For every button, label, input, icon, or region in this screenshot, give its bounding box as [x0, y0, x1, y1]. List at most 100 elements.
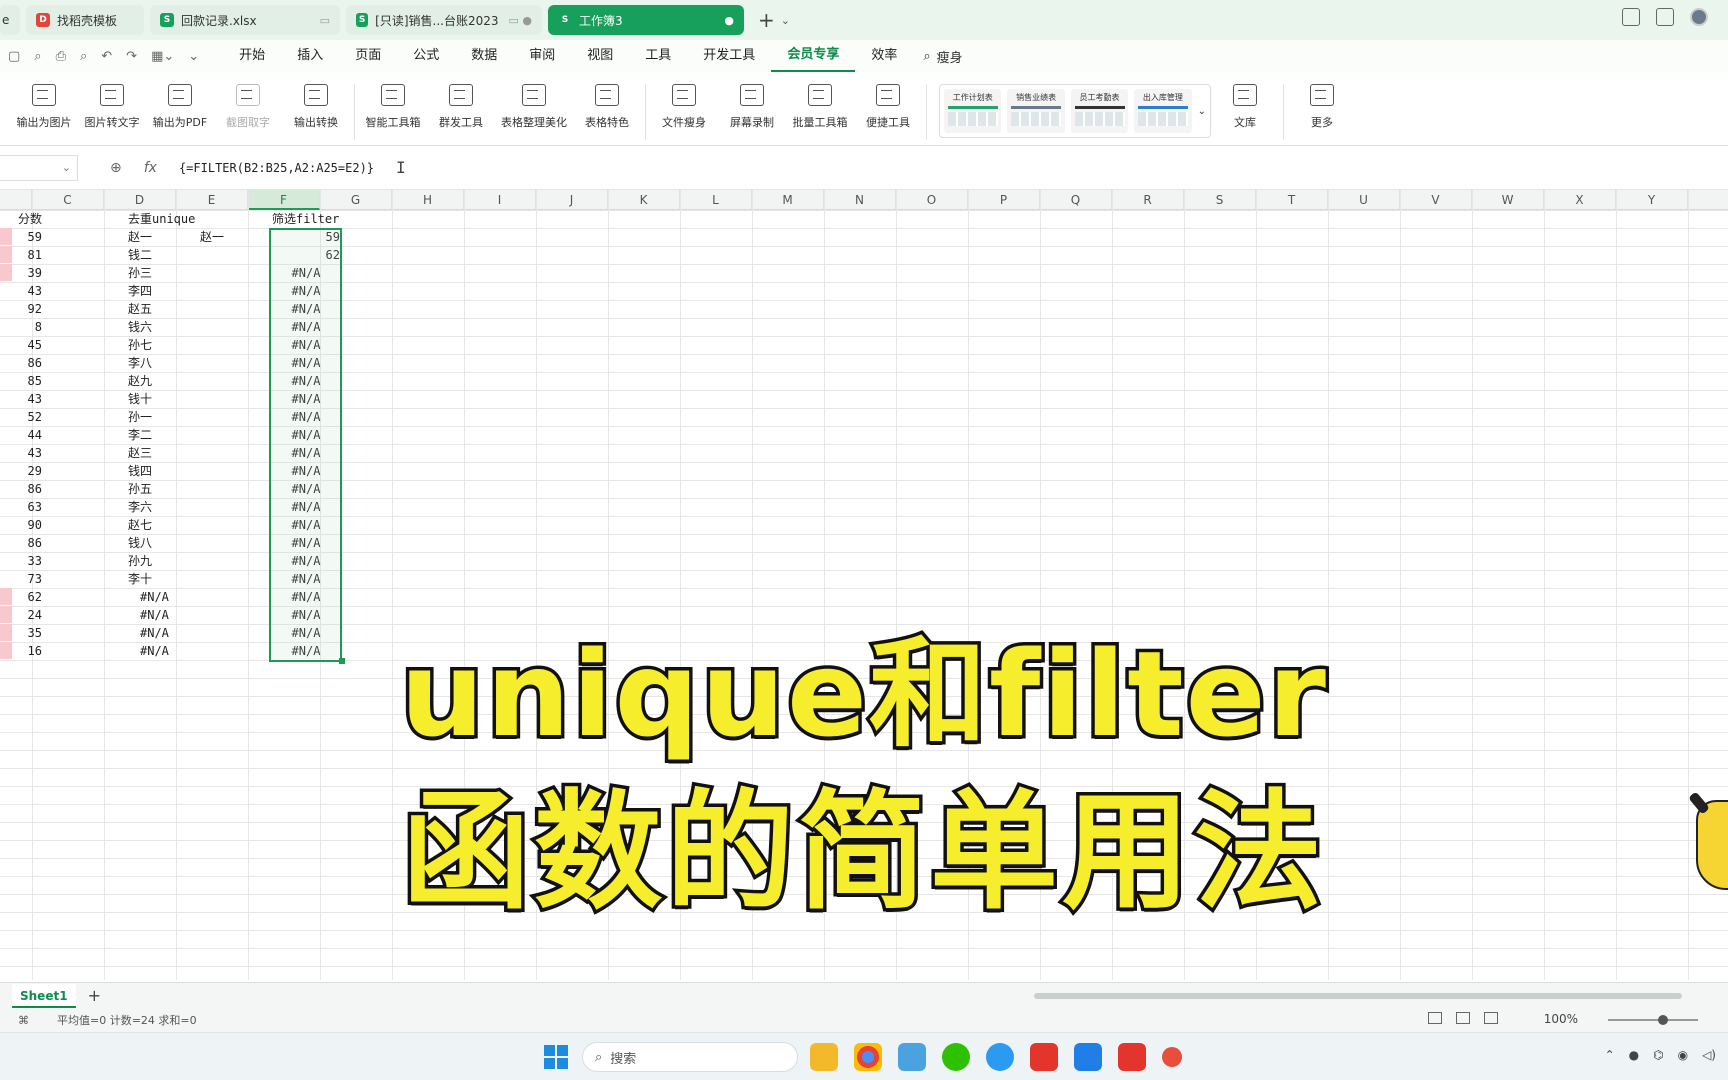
- ribbon-button[interactable]: 批量工具箱: [792, 84, 848, 130]
- ribbon-button[interactable]: 智能工具箱: [365, 84, 421, 130]
- speaker-icon[interactable]: ◁): [1702, 1048, 1716, 1062]
- unique-result-cell[interactable]: 钱四: [128, 462, 198, 480]
- column-header[interactable]: Q: [1040, 190, 1112, 210]
- column-header[interactable]: D: [104, 190, 176, 210]
- ribbon-button[interactable]: 输出转换: [288, 84, 344, 130]
- ribbon-button[interactable]: 文件瘦身: [656, 84, 712, 130]
- column-header[interactable]: B: [0, 190, 32, 210]
- column-header[interactable]: P: [968, 190, 1040, 210]
- tab-workbook3[interactable]: S 工作簿3 ●: [548, 5, 744, 35]
- unique-result-cell[interactable]: 孙三: [128, 264, 198, 282]
- chevron-down-icon[interactable]: ⌄: [781, 14, 790, 27]
- score-cell[interactable]: 44: [14, 426, 42, 444]
- wechat-icon[interactable]: [942, 1043, 970, 1071]
- score-cell[interactable]: 43: [14, 444, 42, 462]
- wps-office-icon[interactable]: [1118, 1043, 1146, 1071]
- score-cell[interactable]: 81: [14, 246, 42, 264]
- undo-icon[interactable]: ↶: [101, 49, 112, 64]
- template-card[interactable]: 工作计划表: [944, 89, 1002, 133]
- unique-result-cell[interactable]: 李四: [128, 282, 198, 300]
- template-card[interactable]: 出入库管理: [1134, 89, 1192, 133]
- table-style-icon[interactable]: ▦⌄: [151, 49, 174, 64]
- unique-result-cell[interactable]: 孙九: [128, 552, 198, 570]
- name-box[interactable]: ⌄: [0, 154, 78, 181]
- unique-result-cell[interactable]: 孙五: [128, 480, 198, 498]
- selected-range[interactable]: [269, 228, 342, 662]
- ribbon-button[interactable]: 文库: [1217, 84, 1273, 130]
- score-cell[interactable]: 29: [14, 462, 42, 480]
- ribbon-button[interactable]: 表格特色: [579, 84, 635, 130]
- ribbon-button[interactable]: 输出为图片: [16, 84, 72, 130]
- avatar[interactable]: [1690, 8, 1708, 26]
- tab-docer-templates[interactable]: D 找稻壳模板: [26, 5, 144, 35]
- ribbon-button[interactable]: 输出为PDF: [152, 84, 208, 130]
- redo-icon[interactable]: ↷: [126, 49, 137, 64]
- score-cell[interactable]: 59: [14, 228, 42, 246]
- unique-result-cell[interactable]: 李十: [128, 570, 198, 588]
- column-header[interactable]: V: [1400, 190, 1472, 210]
- column-header[interactable]: N: [824, 190, 896, 210]
- column-header[interactable]: Y: [1616, 190, 1688, 210]
- menu-item[interactable]: 视图: [571, 40, 629, 72]
- unique-result-cell[interactable]: 赵九: [128, 372, 198, 390]
- horizontal-scrollbar[interactable]: [1034, 993, 1682, 999]
- video-app-icon[interactable]: [1074, 1043, 1102, 1071]
- menu-item[interactable]: 开始: [223, 40, 281, 72]
- template-card[interactable]: 员工考勤表: [1070, 89, 1129, 133]
- print-icon[interactable]: ⎙: [56, 49, 66, 64]
- add-sheet-button[interactable]: +: [88, 986, 101, 1005]
- sheet-tab[interactable]: Sheet1: [12, 983, 76, 1008]
- ribbon-button[interactable]: 更多: [1294, 84, 1350, 130]
- column-header[interactable]: T: [1256, 190, 1328, 210]
- layout-icon[interactable]: [1622, 8, 1640, 26]
- menu-item[interactable]: 工具: [629, 40, 687, 72]
- column-header[interactable]: C: [32, 190, 104, 210]
- ribbon-button[interactable]: 截图取字: [220, 84, 276, 130]
- normal-view-icon[interactable]: [1428, 1012, 1442, 1024]
- unique-result-cell[interactable]: 孙七: [128, 336, 198, 354]
- menu-item[interactable]: 开发工具: [687, 40, 771, 72]
- template-gallery[interactable]: 工作计划表 销售业绩表 员工考勤表 出入库管理 ⌄: [939, 84, 1211, 138]
- header-cell[interactable]: 筛选filter: [272, 210, 344, 228]
- microphone-icon[interactable]: ●: [1629, 1048, 1639, 1062]
- score-cell[interactable]: 52: [14, 408, 42, 426]
- chevron-down-icon[interactable]: ⌄: [188, 49, 199, 64]
- column-header[interactable]: S: [1184, 190, 1256, 210]
- column-header[interactable]: X: [1544, 190, 1616, 210]
- score-cell[interactable]: 85: [14, 372, 42, 390]
- unique-result-cell[interactable]: 李二: [128, 426, 198, 444]
- menu-item[interactable]: 页面: [339, 40, 397, 72]
- score-cell[interactable]: 92: [14, 300, 42, 318]
- unique-result-cell[interactable]: 赵五: [128, 300, 198, 318]
- score-cell[interactable]: 86: [14, 480, 42, 498]
- print-preview-icon[interactable]: ⌕: [80, 49, 87, 64]
- template-card[interactable]: 销售业绩表: [1007, 89, 1065, 133]
- zoom-icon[interactable]: ⊕: [110, 160, 122, 176]
- criteria-cell[interactable]: 赵一: [200, 228, 270, 246]
- menu-item[interactable]: 审阅: [513, 40, 571, 72]
- chevron-down-icon[interactable]: ⌄: [1198, 106, 1206, 117]
- score-cell[interactable]: 43: [14, 282, 42, 300]
- score-cell[interactable]: 45: [14, 336, 42, 354]
- network-icon[interactable]: ⌬: [1653, 1048, 1663, 1062]
- fx-icon[interactable]: fx: [144, 160, 157, 176]
- unique-result-cell[interactable]: 钱六: [128, 318, 198, 336]
- column-header[interactable]: E: [176, 190, 248, 210]
- ribbon-button[interactable]: 群发工具: [433, 84, 489, 130]
- chevron-up-icon[interactable]: ⌃: [1605, 1048, 1615, 1062]
- ribbon-button[interactable]: 图片转文字: [84, 84, 140, 130]
- unique-result-cell[interactable]: 赵七: [128, 516, 198, 534]
- macro-icon[interactable]: ⌘: [18, 1014, 29, 1027]
- ribbon-button[interactable]: 屏幕录制: [724, 84, 780, 130]
- header-cell[interactable]: 分数: [18, 210, 68, 228]
- header-cell[interactable]: 去重unique: [128, 210, 198, 228]
- chat-icon[interactable]: [986, 1043, 1014, 1071]
- unique-result-cell[interactable]: 赵一: [128, 228, 198, 246]
- column-header[interactable]: R: [1112, 190, 1184, 210]
- column-header[interactable]: K: [608, 190, 680, 210]
- unique-result-cell[interactable]: 李六: [128, 498, 198, 516]
- formula-input[interactable]: {=FILTER(B2:B25,A2:A25=E2)}: [179, 161, 374, 175]
- chrome-icon[interactable]: [854, 1043, 882, 1071]
- column-header[interactable]: G: [320, 190, 392, 210]
- page-layout-icon[interactable]: [1456, 1012, 1470, 1024]
